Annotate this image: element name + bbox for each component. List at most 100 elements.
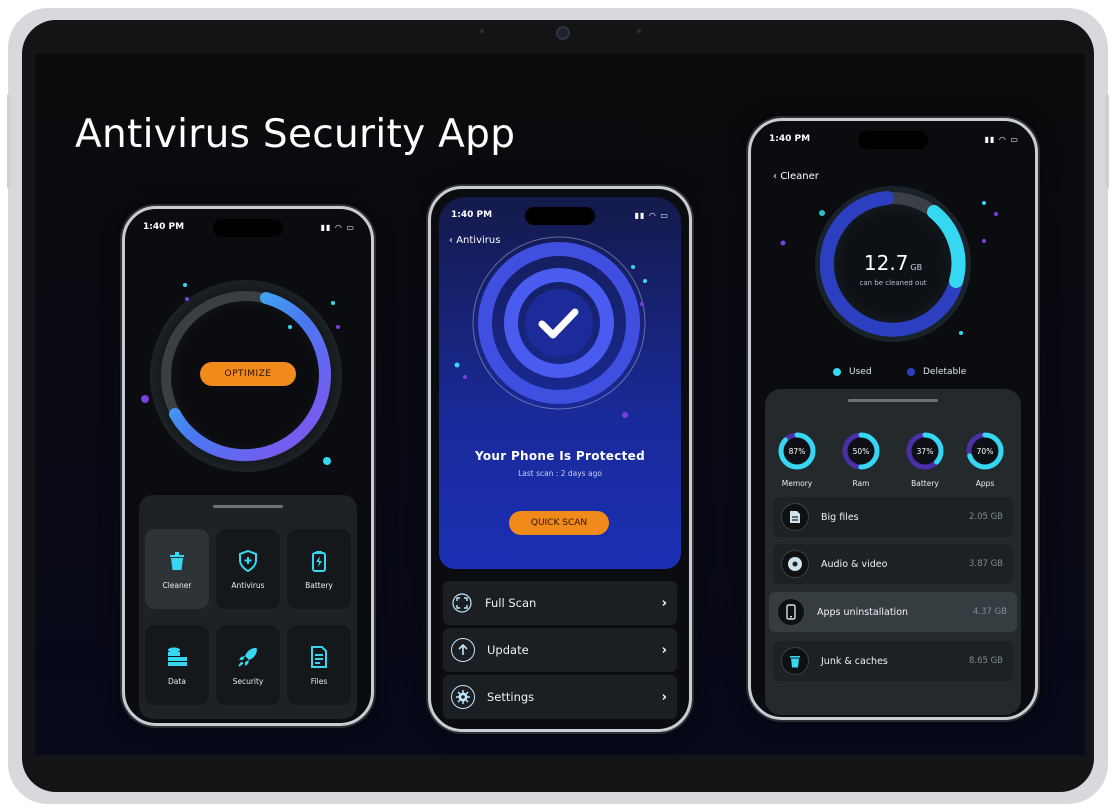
decor-dot [141, 395, 149, 403]
file-label: Big files [821, 511, 859, 523]
storage-number: 12.7 [863, 251, 909, 275]
decor-dot [780, 240, 786, 246]
decor-dot [982, 201, 986, 205]
decor-dot [622, 412, 628, 418]
storage-unit: GB [910, 263, 923, 272]
file-row-audio-video[interactable]: Audio & video 3.87 GB [773, 544, 1013, 584]
decor-dot [631, 265, 635, 269]
phone-antivirus: 1:40 PM ▮▮ ◠ ▭ ‹ Antivirus Your Phone Is… [428, 186, 692, 732]
sensor-dot [637, 29, 641, 33]
stat-apps[interactable]: 70% Apps [963, 429, 1007, 488]
chevron-right-icon: › [661, 595, 667, 611]
chevron-right-icon: › [661, 642, 667, 658]
arrow-up-icon [451, 638, 475, 662]
status-icons: ▮▮ ◠ ▭ [634, 211, 669, 220]
stat-label: Battery [911, 479, 939, 488]
disc-icon [781, 550, 809, 578]
file-size: 2.05 GB [968, 512, 1003, 522]
stat-ring: 50% [842, 432, 880, 470]
shield-icon [239, 549, 257, 572]
dynamic-island [213, 219, 283, 237]
stat-ring: 70% [966, 432, 1004, 470]
stat-value: 50% [853, 447, 870, 456]
file-row-junk-caches[interactable]: Junk & caches 8.65 GB [773, 641, 1013, 681]
dynamic-island [858, 131, 928, 149]
tile-label: Battery [305, 580, 333, 590]
gear-icon [451, 685, 475, 709]
file-label: Junk & caches [821, 655, 888, 667]
legend-deletable: Deletable [907, 367, 966, 377]
menu-settings[interactable]: Settings › [443, 675, 677, 719]
file-size: 3.87 GB [968, 559, 1003, 569]
tile-cleaner[interactable]: Cleaner [145, 529, 209, 609]
stat-ring: 37% [906, 432, 944, 470]
phone-cleaner: 1:40 PM ▮▮ ◠ ▭ ‹ Cleaner 12.7 GB can be c… [748, 118, 1038, 720]
stat-ring: 87% [778, 432, 816, 470]
stat-battery[interactable]: 37% Battery [903, 429, 947, 488]
sensor-dot [480, 29, 484, 33]
tile-label: Antivirus [231, 580, 265, 590]
storage-caption: can be cleaned out [859, 279, 927, 287]
stat-ram[interactable]: 50% Ram [839, 429, 883, 488]
phone-optimizer: 1:40 PM ▮▮ ◠ ▭ OPTIMIZE Cleaner Antiviru… [122, 206, 374, 726]
decor-dot [819, 210, 825, 216]
menu-full-scan[interactable]: Full Scan › [443, 581, 677, 625]
tile-data[interactable]: Data [145, 625, 209, 705]
database-icon [168, 647, 187, 666]
tile-label: Security [232, 676, 264, 686]
tile-antivirus[interactable]: Antivirus [216, 529, 280, 609]
tools-sheet: Cleaner Antivirus Battery Data Security … [139, 495, 357, 719]
file-label: Apps uninstallation [817, 606, 909, 618]
sheet-grabber[interactable] [848, 399, 938, 402]
file-label: Audio & video [821, 558, 888, 570]
file-size: 4.37 GB [972, 607, 1007, 617]
cleaner-sheet: 87% Memory 50% Ram 37% Battery 70% Apps … [765, 389, 1021, 715]
menu-label: Update [487, 643, 529, 657]
file-icon [781, 503, 809, 531]
dynamic-island [525, 207, 595, 225]
legend-swatch [907, 368, 915, 376]
protection-rings [454, 236, 647, 418]
tablet-side-button [7, 94, 11, 189]
tile-label: Data [168, 676, 186, 686]
protection-status: Your Phone Is Protected [474, 449, 645, 463]
tile-security[interactable]: Security [216, 625, 280, 705]
file-row-apps-uninstallation[interactable]: Apps uninstallation 4.37 GB [769, 592, 1017, 632]
file-row-big-files[interactable]: Big files 2.05 GB [773, 497, 1013, 537]
stat-label: Ram [852, 479, 870, 488]
last-scan: Last scan : 2 days ago [518, 469, 602, 478]
decor-dot [331, 301, 335, 305]
decor-dot [640, 302, 644, 306]
status-time: 1:40 PM [769, 134, 811, 144]
stat-label: Apps [975, 479, 995, 488]
ring-center [525, 289, 593, 357]
tile-files[interactable]: Files [287, 625, 351, 705]
trash-icon [781, 647, 809, 675]
optimize-button[interactable]: OPTIMIZE [200, 362, 296, 386]
legend-swatch [833, 368, 841, 376]
battery-icon [312, 550, 326, 572]
menu-update[interactable]: Update › [443, 628, 677, 672]
decor-dot [643, 279, 647, 283]
file-size: 8.65 GB [968, 656, 1003, 666]
decor-dot [336, 325, 340, 329]
stat-label: Memory [781, 479, 813, 488]
stat-value: 70% [977, 447, 994, 456]
decor-dot [994, 212, 998, 216]
rocket-icon [238, 647, 257, 667]
tablet-side-button [1105, 94, 1109, 189]
status-time: 1:40 PM [451, 210, 493, 220]
back-button[interactable]: ‹ Antivirus [449, 235, 500, 246]
sheet-grabber[interactable] [213, 505, 283, 508]
trash-icon [170, 551, 184, 570]
file-icon [311, 645, 327, 668]
decor-dot [463, 375, 467, 379]
page-title: Antivirus Security App [75, 112, 516, 157]
decor-dot [323, 457, 331, 465]
stat-memory[interactable]: 87% Memory [775, 429, 819, 488]
tile-battery[interactable]: Battery [287, 529, 351, 609]
status-icons: ▮▮ ◠ ▭ [320, 223, 355, 232]
legend-label: Used [849, 367, 872, 377]
status-time: 1:40 PM [143, 222, 185, 232]
quick-scan-button[interactable]: QUICK SCAN [509, 511, 609, 535]
